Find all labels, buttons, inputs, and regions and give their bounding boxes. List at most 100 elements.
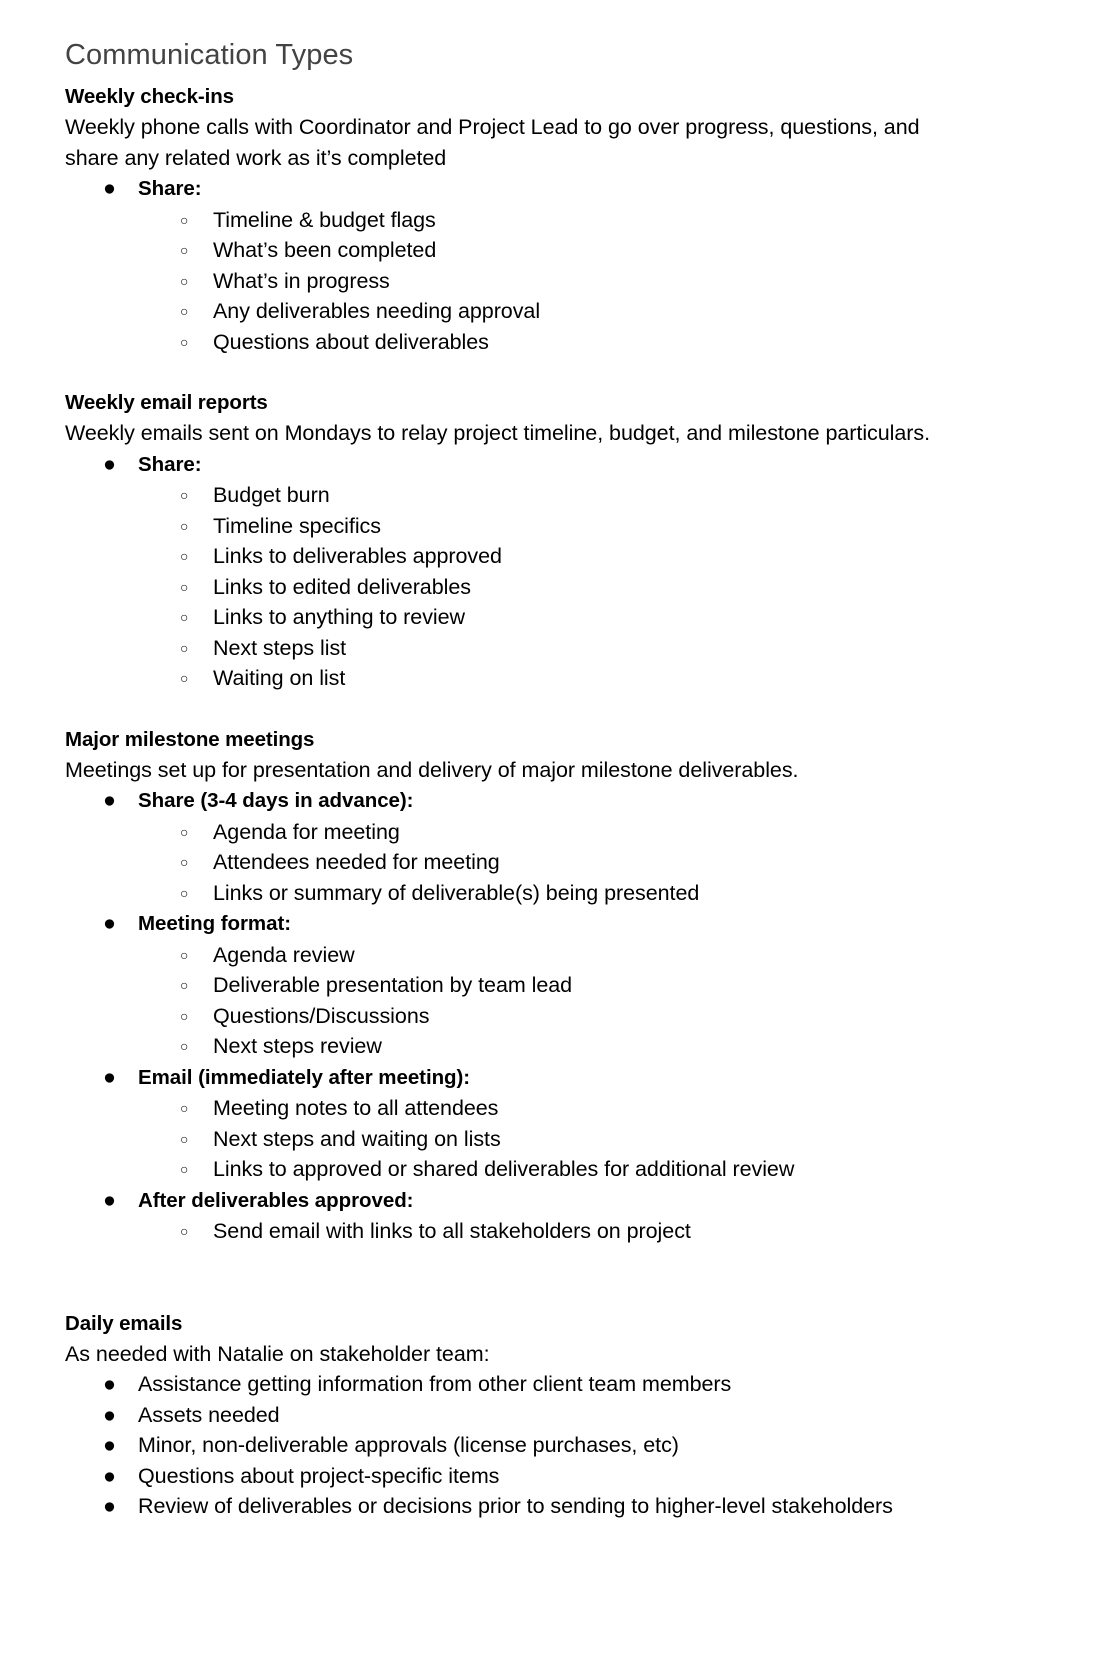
list-item: ○ Next steps list: [138, 633, 1038, 664]
list-item-label: Next steps and waiting on lists: [213, 1126, 501, 1151]
bullet-ring-icon: ○: [180, 1223, 189, 1239]
list-item-label: Questions/Discussions: [213, 1003, 430, 1028]
bullet-ring-icon: ○: [180, 548, 189, 564]
list-item: ● Share: ○ Timeline & budget flags ○ What’s b…: [65, 173, 1038, 357]
bullet-list-level1: ● Share: ○ Budget burn ○ Timeline specifics ○ L…: [65, 449, 1038, 694]
bullet-ring-icon: ○: [180, 1130, 189, 1147]
list-item: ○ Timeline specifics: [138, 511, 1038, 542]
bullet-ring-icon: ○: [180, 211, 189, 228]
sections-container: Weekly check-ins Weekly phone calls with …: [65, 82, 1038, 1522]
list-item: ● Assets needed: [65, 1400, 1038, 1431]
list-item-label: Links to deliverables approved: [213, 544, 502, 568]
bullet-dot-icon: ●: [103, 176, 116, 200]
list-item: ○ Links or summary of deliverable(s) bein…: [138, 878, 1038, 909]
list-item-label: Assets needed: [138, 1402, 280, 1427]
list-item: ○ Next steps review: [138, 1031, 1038, 1062]
list-item: ● Email (immediately after meeting): ○ Meet…: [65, 1062, 1038, 1185]
bullet-list-level1: ● Share (3-4 days in advance): ○ Agenda for…: [65, 785, 1038, 1247]
bullet-ring-icon: ○: [180, 1038, 189, 1054]
bullet-dot-icon: ●: [103, 1372, 116, 1396]
bullet-ring-icon: ○: [180, 854, 189, 870]
list-item: ○ Send email with links to all stakeholde…: [138, 1216, 1038, 1247]
document-section: Weekly email reports Weekly emails sent o…: [65, 388, 1038, 694]
bullet-dot-icon: ●: [103, 1064, 116, 1089]
list-item: ○ Questions about deliverables: [138, 327, 1038, 358]
list-item-label: Links or summary of deliverable(s) being…: [213, 880, 700, 905]
list-item: ○ Next steps and waiting on lists: [138, 1124, 1038, 1155]
document-section: Weekly check-ins Weekly phone calls with …: [65, 82, 1038, 357]
list-item: ○ Deliverable presentation by team lead: [138, 970, 1038, 1001]
list-item-label: Assistance getting information from othe…: [138, 1372, 732, 1396]
list-item-label: Attendees needed for meeting: [213, 850, 500, 874]
section-intro-text: Weekly phone calls with Coordinator and …: [65, 115, 920, 170]
list-item-label: Review of deliverables or decisions prio…: [138, 1494, 893, 1518]
list-item-label: Share:: [138, 452, 202, 476]
section-heading: Major milestone meetings: [65, 727, 315, 751]
document-section: Daily emails As needed with Natalie on st…: [65, 1309, 1038, 1522]
list-item-label: Timeline & budget flags: [213, 207, 436, 232]
list-item-label: Minor, non-deliverable approvals (licens…: [138, 1433, 679, 1457]
bullet-ring-icon: ○: [180, 242, 189, 258]
list-item: ● Share (3-4 days in advance): ○ Agenda for…: [65, 785, 1038, 908]
bullet-ring-icon: ○: [180, 333, 189, 350]
list-item-label: Meeting notes to all attendees: [213, 1096, 499, 1120]
list-item-label: Deliverable presentation by team lead: [213, 973, 573, 997]
list-item-label: Next steps list: [213, 635, 347, 660]
list-item-label: What’s in progress: [213, 268, 390, 293]
document-page: Communication Types Weekly check-ins Week…: [0, 0, 1098, 1654]
bullet-dot-icon: ●: [103, 1494, 116, 1518]
list-item-label: Questions about project-specific items: [138, 1463, 500, 1488]
list-item: ● Minor, non-deliverable approvals (licen…: [65, 1430, 1038, 1461]
list-item: ● Share: ○ Budget burn ○ Timeline specifics ○ L…: [65, 449, 1038, 694]
section-heading: Weekly email reports: [65, 391, 268, 414]
bullet-ring-icon: ○: [180, 977, 189, 993]
list-item: ○ Any deliverables needing approval: [138, 296, 1038, 327]
bullet-list-level2: ○ Timeline & budget flags ○ What’s been com…: [138, 205, 1038, 358]
bullet-dot-icon: ●: [103, 1402, 116, 1427]
bullet-ring-icon: ○: [180, 578, 189, 595]
bullet-dot-icon: ●: [103, 451, 116, 476]
list-item: ○ What’s been completed: [138, 235, 1038, 266]
section-heading: Daily emails: [65, 1311, 183, 1335]
list-item: ● After deliverables approved: ○ Send email…: [65, 1185, 1038, 1247]
bullet-ring-icon: ○: [180, 946, 189, 963]
bullet-ring-icon: ○: [180, 487, 189, 503]
list-item: ○ Links to deliverables approved: [138, 541, 1038, 572]
list-item-label: Email (immediately after meeting):: [138, 1065, 471, 1089]
list-item-label: Links to edited deliverables: [213, 574, 471, 599]
list-item-label: Agenda review: [213, 942, 355, 967]
list-item-label: Meeting format:: [138, 912, 292, 935]
list-item-label: Timeline specifics: [213, 513, 381, 538]
bullet-ring-icon: ○: [180, 517, 189, 534]
bullet-list-level2: ○ Send email with links to all stakeholde…: [138, 1216, 1038, 1247]
section-intro-text: As needed with Natalie on stakeholder te…: [65, 1341, 490, 1366]
bullet-ring-icon: ○: [180, 1100, 189, 1116]
list-item-label: What’s been completed: [213, 238, 437, 262]
list-item: ○ Links to anything to review: [138, 602, 1038, 633]
list-item: ○ Links to edited deliverables: [138, 572, 1038, 603]
list-item-label: Links to anything to review: [213, 605, 466, 629]
list-item: ○ Meeting notes to all attendees: [138, 1093, 1038, 1124]
bullet-dot-icon: ●: [103, 1463, 116, 1488]
list-item-label: After deliverables approved:: [138, 1188, 414, 1212]
bullet-dot-icon: ●: [103, 1433, 116, 1457]
list-item: ● Review of deliverables or decisions pri…: [65, 1491, 1038, 1522]
section-heading: Weekly check-ins: [65, 85, 234, 108]
bullet-dot-icon: ●: [103, 788, 116, 812]
list-item-label: Next steps review: [213, 1034, 382, 1058]
bullet-list-level2: ○ Agenda review ○ Deliverable presentation …: [138, 940, 1038, 1062]
bullet-ring-icon: ○: [180, 884, 189, 901]
list-item: ● Assistance getting information from oth…: [65, 1369, 1038, 1400]
list-item-label: Send email with links to all stakeholder…: [213, 1219, 691, 1243]
bullet-list-level2: ○ Agenda for meeting ○ Attendees needed for…: [138, 817, 1038, 909]
list-item: ● Meeting format: ○ Agenda review ○ Deliverab…: [65, 908, 1038, 1062]
list-item-label: Agenda for meeting: [213, 819, 400, 844]
list-item: ○ Timeline & budget flags: [138, 205, 1038, 236]
list-item: ○ Agenda review: [138, 940, 1038, 971]
bullet-list-level2: ○ Meeting notes to all attendees ○ Next ste…: [138, 1093, 1038, 1185]
bullet-ring-icon: ○: [180, 609, 189, 625]
bullet-ring-icon: ○: [180, 1007, 189, 1024]
bullet-ring-icon: ○: [180, 823, 189, 840]
page-title: Communication Types: [65, 39, 354, 71]
bullet-list-level1: ● Assistance getting information from oth…: [65, 1369, 1038, 1522]
